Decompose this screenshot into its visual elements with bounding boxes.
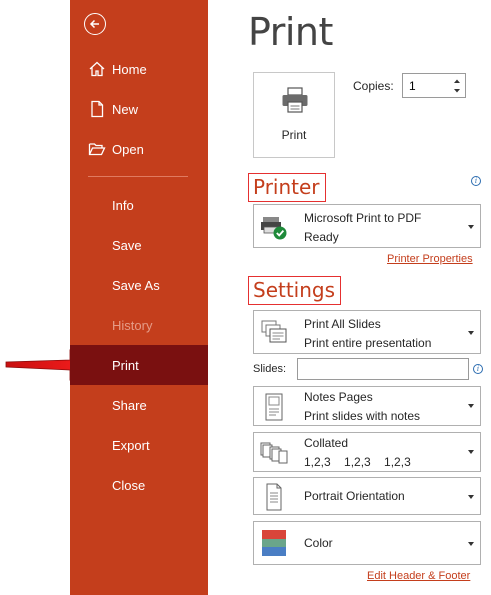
nav-save[interactable]: Save bbox=[70, 225, 208, 265]
page-title: Print bbox=[248, 10, 333, 54]
printer-dropdown-caret-icon bbox=[468, 225, 474, 229]
nav-save-as[interactable]: Save As bbox=[70, 265, 208, 305]
copies-value: 1 bbox=[409, 79, 416, 93]
nav-new[interactable]: New bbox=[70, 89, 208, 129]
layout-title: Notes Pages bbox=[304, 390, 373, 404]
nav-history-label: History bbox=[112, 317, 153, 333]
printer-icon bbox=[282, 87, 308, 113]
slides-range-caret-icon bbox=[468, 331, 474, 335]
nav-print-label: Print bbox=[112, 357, 139, 373]
print-pane: Print Print Copies: 1 Printer i Microsof… bbox=[208, 0, 491, 595]
settings-section-title: Settings bbox=[248, 276, 342, 305]
collation-dropdown[interactable]: Collated 1,2,3 1,2,3 1,2,3 bbox=[253, 432, 481, 472]
nav-close-label: Close bbox=[112, 477, 146, 493]
back-button[interactable] bbox=[84, 13, 106, 35]
print-button-label: Print bbox=[281, 128, 307, 142]
nav-home[interactable]: Home bbox=[70, 49, 208, 89]
nav-open[interactable]: Open bbox=[70, 129, 208, 169]
nav-print[interactable]: Print bbox=[70, 345, 208, 385]
nav-history: History bbox=[70, 305, 208, 345]
collated-icon bbox=[260, 442, 288, 464]
orientation-caret-icon bbox=[468, 495, 474, 499]
printer-properties-link[interactable]: Printer Properties bbox=[387, 253, 473, 265]
collation-caret-icon bbox=[468, 450, 474, 454]
layout-desc: Print slides with notes bbox=[304, 409, 421, 423]
nav-close[interactable]: Close bbox=[70, 465, 208, 505]
sidebar-divider bbox=[88, 176, 188, 177]
printer-dropdown[interactable]: Microsoft Print to PDF Ready bbox=[253, 204, 481, 248]
copies-label: Copies: bbox=[353, 79, 394, 93]
open-folder-icon bbox=[88, 143, 106, 156]
nav-info-label: Info bbox=[112, 197, 134, 213]
printer-status: Ready bbox=[304, 230, 339, 244]
copies-input[interactable]: 1 bbox=[402, 73, 466, 98]
nav-home-label: Home bbox=[112, 61, 147, 77]
slides-range-title: Print All Slides bbox=[304, 317, 381, 331]
collation-desc: 1,2,3 1,2,3 1,2,3 bbox=[304, 455, 411, 469]
nav-share-label: Share bbox=[112, 397, 147, 413]
backstage-sidebar: Home New Open Info Save Save As History … bbox=[70, 0, 208, 595]
color-title: Color bbox=[304, 536, 333, 550]
nav-info[interactable]: Info bbox=[70, 185, 208, 225]
printer-name: Microsoft Print to PDF bbox=[304, 211, 422, 225]
back-arrow-icon bbox=[89, 19, 99, 29]
new-document-icon bbox=[91, 100, 104, 118]
print-button[interactable]: Print bbox=[253, 72, 335, 158]
nav-share[interactable]: Share bbox=[70, 385, 208, 425]
color-caret-icon bbox=[468, 542, 474, 546]
printer-ready-icon bbox=[261, 217, 287, 240]
slides-input[interactable] bbox=[297, 358, 469, 380]
nav-new-label: New bbox=[112, 101, 139, 117]
nav-export-label: Export bbox=[112, 437, 150, 453]
edit-header-footer-link[interactable]: Edit Header & Footer bbox=[367, 570, 470, 582]
nav-save-as-label: Save As bbox=[112, 277, 160, 293]
orientation-title: Portrait Orientation bbox=[304, 489, 405, 503]
print-layout-dropdown[interactable]: Notes Pages Print slides with notes bbox=[253, 386, 481, 426]
printer-section-title: Printer bbox=[248, 173, 326, 202]
slides-label: Slides: bbox=[253, 363, 287, 375]
nav-export[interactable]: Export bbox=[70, 425, 208, 465]
slides-range-dropdown[interactable]: Print All Slides Print entire presentati… bbox=[253, 310, 481, 354]
slides-info-icon[interactable]: i bbox=[473, 364, 483, 374]
color-dropdown[interactable]: Color bbox=[253, 521, 481, 565]
nav-save-label: Save bbox=[112, 237, 142, 253]
all-slides-icon bbox=[261, 320, 287, 343]
left-gutter bbox=[0, 0, 70, 595]
layout-caret-icon bbox=[468, 404, 474, 408]
slides-range-desc: Print entire presentation bbox=[304, 336, 432, 350]
portrait-orientation-icon bbox=[266, 483, 282, 511]
copies-spinner[interactable] bbox=[453, 76, 461, 96]
printer-info-icon[interactable]: i bbox=[471, 176, 481, 186]
notes-pages-icon bbox=[265, 393, 283, 421]
nav-open-label: Open bbox=[112, 141, 144, 157]
home-icon bbox=[89, 61, 105, 77]
orientation-dropdown[interactable]: Portrait Orientation bbox=[253, 477, 481, 515]
collation-title: Collated bbox=[304, 436, 349, 450]
color-swatch-icon bbox=[262, 530, 286, 556]
